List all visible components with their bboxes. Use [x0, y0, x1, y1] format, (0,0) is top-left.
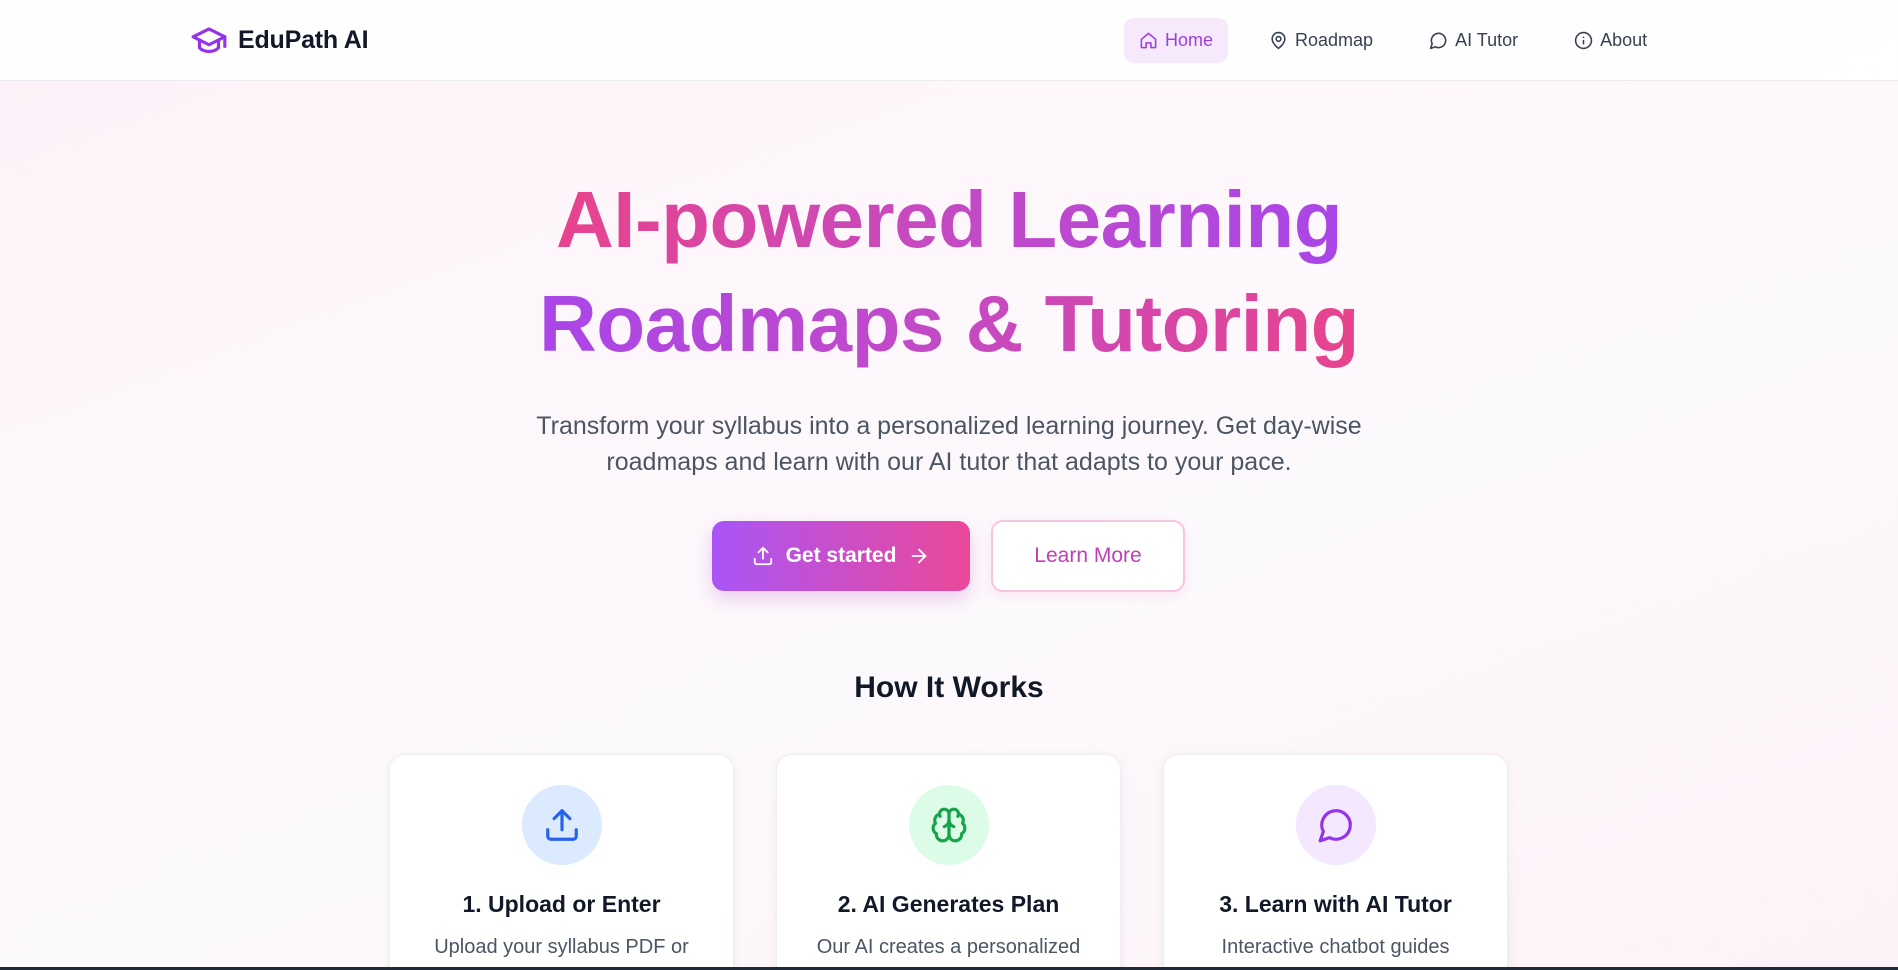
- step-title: 1. Upload or Enter: [462, 891, 661, 917]
- get-started-label: Get started: [785, 544, 897, 567]
- nav-links: Home Roadmap AI Tutor About: [1124, 18, 1662, 63]
- graduation-cap-icon: [190, 21, 228, 59]
- nav-item-label: Roadmap: [1295, 30, 1374, 50]
- hero-subtitle: Transform your syllabus into a personali…: [449, 408, 1449, 480]
- nav-item-label: AI Tutor: [1455, 30, 1519, 50]
- home-icon: [1140, 32, 1157, 49]
- brain-icon: [908, 785, 989, 865]
- step-card-ai-tutor: 3. Learn with AI Tutor Interactive chatb…: [1163, 754, 1508, 970]
- info-icon: [1574, 31, 1593, 50]
- nav-item-home[interactable]: Home: [1124, 18, 1229, 63]
- step-description: Upload your syllabus PDF or: [434, 936, 689, 958]
- chat-bubble-icon: [1429, 32, 1447, 50]
- arrow-right-icon: [912, 548, 927, 564]
- step-description: Our AI creates a personalized: [816, 936, 1081, 958]
- chat-bubble-icon: [1295, 785, 1376, 865]
- brand-name: EduPath AI: [238, 25, 369, 54]
- nav-item-ai-tutor[interactable]: AI Tutor: [1414, 18, 1533, 63]
- learn-more-label: Learn More: [1034, 544, 1142, 567]
- step-title: 2. AI Generates Plan: [837, 891, 1060, 917]
- hero-title-line-2: Roadmaps & Tutoring: [538, 279, 1360, 368]
- upload-icon: [521, 785, 602, 865]
- brand-logo-link[interactable]: EduPath AI: [190, 21, 369, 59]
- hero-title: AI-powered Learning Roadmaps & Tutoring: [0, 168, 1898, 376]
- step-card-upload: 1. Upload or Enter Upload your syllabus …: [389, 754, 734, 970]
- nav-item-roadmap[interactable]: Roadmap: [1254, 18, 1388, 63]
- how-it-works-title: How It Works: [854, 671, 1044, 704]
- step-card-ai-plan: 2. AI Generates Plan Our AI creates a pe…: [776, 754, 1121, 970]
- step-title: 3. Learn with AI Tutor: [1219, 891, 1452, 917]
- map-pin-icon: [1271, 31, 1286, 50]
- hero-subtitle-line-1: Transform your syllabus into a personali…: [536, 412, 1362, 440]
- nav-item-about[interactable]: About: [1559, 18, 1662, 63]
- get-started-button[interactable]: Get started: [712, 521, 970, 591]
- nav-item-label: Home: [1165, 30, 1214, 50]
- nav-item-label: About: [1600, 30, 1648, 50]
- hero-subtitle-line-2: roadmaps and learn with our AI tutor tha…: [606, 448, 1292, 476]
- upload-icon: [753, 546, 772, 566]
- top-navbar: EduPath AI Home Roadmap AI Tutor About: [0, 0, 1898, 81]
- step-description: Interactive chatbot guides: [1221, 936, 1450, 958]
- hero-title-line-1: AI-powered Learning: [555, 175, 1343, 264]
- learn-more-button[interactable]: Learn More: [991, 520, 1185, 592]
